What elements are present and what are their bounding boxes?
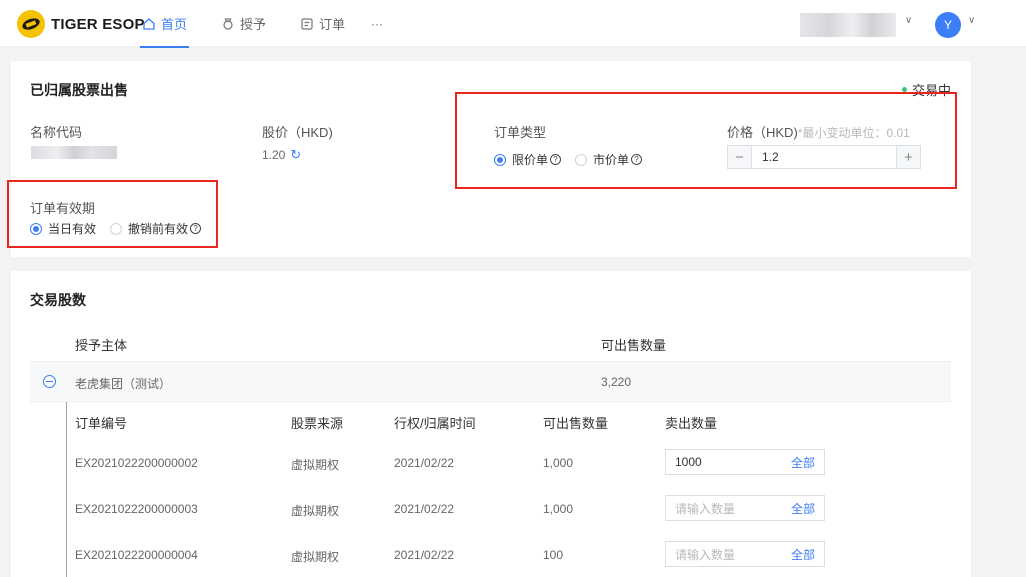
sell-qty-value[interactable]: 1000 [675, 455, 702, 469]
nav-more[interactable]: ··· [369, 0, 385, 47]
col-sellable: 可出售数量 [601, 338, 667, 353]
order-icon [301, 17, 313, 30]
chevron-down-icon[interactable]: ∨ [905, 15, 912, 26]
sub-col-date: 行权/归属时间 [394, 416, 476, 431]
logo-text: TIGER ESOP [51, 15, 145, 33]
stock-source: 虚拟期权 [291, 458, 340, 472]
tiger-logo-icon [17, 10, 45, 38]
collapse-icon[interactable] [43, 375, 56, 388]
row-sellable: 1,000 [543, 502, 574, 516]
col-entity: 授予主体 [75, 338, 128, 353]
order-no: EX2021022200000004 [75, 548, 198, 562]
section-title: 交易股数 [30, 292, 86, 308]
name-code-value-blurred [31, 146, 117, 159]
refresh-icon[interactable]: ↻ [290, 147, 301, 163]
top-header: TIGER ESOP 首页 授予 订单 ··· ∨ Y ∨ [0, 0, 1026, 48]
stock-source: 虚拟期权 [291, 504, 340, 518]
avatar-letter: Y [943, 18, 952, 32]
table-header: 授予主体 可出售数量 [30, 324, 951, 362]
vest-date: 2021/02/22 [394, 548, 455, 562]
price-value-row: 1.20 ↻ [262, 147, 301, 163]
stock-source: 虚拟期权 [291, 550, 340, 564]
nav-more-label: ··· [371, 16, 384, 31]
award-icon [223, 17, 233, 30]
nav-grant-label: 授予 [240, 17, 267, 32]
sub-col-sell-qty: 卖出数量 [665, 416, 718, 431]
sell-qty-input[interactable]: 1000 全部 [665, 449, 825, 475]
sell-qty-input[interactable]: 请输入数量 全部 [665, 495, 825, 521]
all-button[interactable]: 全部 [791, 546, 815, 563]
all-button[interactable]: 全部 [791, 454, 815, 471]
nav-grant[interactable]: 授予 [219, 0, 268, 47]
all-button[interactable]: 全部 [791, 500, 815, 517]
nav-orders-label: 订单 [319, 17, 346, 32]
price-label: 股价（HKD) [262, 125, 333, 140]
vest-date: 2021/02/22 [394, 456, 455, 470]
sub-col-order-no: 订单编号 [75, 416, 128, 431]
group-name: 老虎集团（测试） [75, 377, 172, 391]
group-sellable: 3,220 [601, 375, 632, 389]
highlight-box-order-type [455, 92, 957, 189]
main-nav: 首页 授予 订单 ··· [140, 0, 415, 48]
sell-qty-input[interactable]: 请输入数量 全部 [665, 541, 825, 567]
account-name-blurred[interactable] [800, 13, 896, 37]
row-sellable: 1,000 [543, 456, 574, 470]
sub-col-sellable: 可出售数量 [543, 416, 609, 431]
page-title: 已归属股票出售 [30, 82, 128, 98]
sell-qty-placeholder[interactable]: 请输入数量 [675, 546, 735, 563]
nav-orders[interactable]: 订单 [298, 0, 347, 47]
nav-home-label: 首页 [161, 17, 188, 32]
chevron-down-icon[interactable]: ∨ [968, 15, 975, 26]
highlight-box-validity [7, 180, 218, 248]
name-code-label: 名称代码 [30, 125, 83, 140]
table-row[interactable]: 老虎集团（测试） 3,220 [30, 362, 951, 402]
order-no: EX2021022200000003 [75, 502, 198, 516]
row-sellable: 100 [543, 548, 564, 562]
order-no: EX2021022200000002 [75, 456, 198, 470]
trade-shares-card: 交易股数 授予主体 可出售数量 老虎集团（测试） 3,220 订单编号 股票来源… [11, 271, 971, 577]
logo[interactable]: TIGER ESOP [17, 10, 145, 38]
tree-line [66, 402, 67, 577]
vest-date: 2021/02/22 [394, 502, 455, 516]
sell-qty-placeholder[interactable]: 请输入数量 [675, 500, 735, 517]
avatar[interactable]: Y [935, 12, 961, 38]
home-icon [143, 17, 155, 30]
sub-col-source: 股票来源 [291, 416, 344, 431]
price-value: 1.20 [262, 148, 286, 162]
nav-home[interactable]: 首页 [140, 0, 190, 48]
